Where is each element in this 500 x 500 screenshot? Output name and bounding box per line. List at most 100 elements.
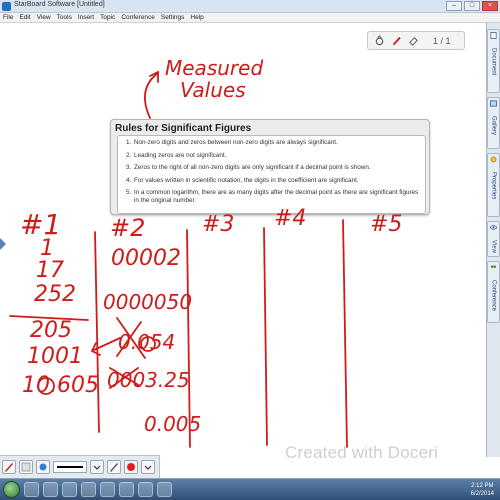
- floating-toolbar: [0, 455, 160, 478]
- gallery-icon: [490, 100, 497, 107]
- tab-view-label: View: [490, 240, 497, 253]
- column-header-3: #3: [202, 212, 235, 237]
- palette-button[interactable]: [19, 460, 33, 474]
- rule-item: 4. For values written in scientific nota…: [126, 177, 421, 185]
- taskbar-app-icon[interactable]: [43, 482, 58, 497]
- start-button[interactable]: [3, 481, 20, 498]
- tab-properties-label: Properties: [490, 172, 497, 200]
- column-2-value: 0.005: [144, 412, 202, 436]
- menu-insert[interactable]: Insert: [78, 13, 94, 22]
- properties-icon: [490, 156, 497, 163]
- rule-item: 5. In a common logarithm, there are as m…: [126, 189, 421, 204]
- rule-text: For values written in scientific notatio…: [134, 176, 359, 184]
- values-label: Values: [180, 78, 246, 102]
- column-2-value: 0.054: [118, 330, 176, 354]
- doceri-watermark: Created with Doceri: [285, 443, 439, 462]
- menu-help[interactable]: Help: [190, 13, 203, 22]
- rule-text: Leading zeros are not significant.: [134, 151, 227, 159]
- tab-gallery-label: Gallery: [490, 116, 497, 136]
- tab-document[interactable]: Document: [487, 29, 500, 93]
- rules-panel[interactable]: Rules for Significant Figures 1. Non-zer…: [110, 119, 430, 215]
- chevron-down-icon: [93, 465, 101, 470]
- conference-icon: [490, 265, 497, 268]
- tab-view[interactable]: View: [487, 221, 500, 257]
- palette-icon: [21, 462, 31, 472]
- select-tool-icon[interactable]: [374, 35, 385, 46]
- taskbar-app-icon[interactable]: [157, 482, 172, 497]
- column-1-value: 17: [36, 258, 64, 283]
- chevron-down-icon: [144, 465, 152, 470]
- color-dropdown-button[interactable]: [141, 460, 155, 474]
- window-title: StarBoard Software [Untitled]: [14, 1, 105, 8]
- rule-number: 1.: [126, 139, 132, 146]
- pen-button[interactable]: [2, 460, 16, 474]
- taskbar-app-icon[interactable]: [100, 482, 115, 497]
- taskbar-app-icon[interactable]: [81, 482, 96, 497]
- rule-item: 1. Non-zero digits and zeros between non…: [126, 139, 421, 147]
- rule-item: 3. Zeros to the right of all non-zero di…: [126, 164, 421, 172]
- tab-gallery[interactable]: Gallery: [487, 97, 500, 149]
- fill-icon: [39, 463, 47, 471]
- page-counter: 1 / 1: [433, 35, 451, 46]
- line-style-button[interactable]: [90, 460, 104, 474]
- close-button[interactable]: ×: [482, 1, 498, 11]
- rule-number: 4.: [126, 176, 132, 184]
- taskbar-app-icon[interactable]: [119, 482, 134, 497]
- title-bar: StarBoard Software [Untitled] – □ ×: [0, 0, 500, 13]
- rule-text: In a common logarithm, there are as many…: [134, 189, 419, 204]
- column-1-value: 205: [30, 318, 72, 343]
- menu-edit[interactable]: Edit: [19, 13, 30, 22]
- clock-date: 6/2/2014: [470, 491, 494, 497]
- taskbar-app-icon[interactable]: [24, 482, 39, 497]
- eraser-tool-icon[interactable]: [408, 35, 419, 46]
- rules-list: 1. Non-zero digits and zeros between non…: [117, 135, 426, 214]
- column-1-value: 1001: [27, 344, 83, 369]
- menu-topic[interactable]: Topic: [100, 13, 115, 22]
- pencil-icon: [110, 463, 118, 472]
- right-sidebar: Document Gallery Properties View Confere…: [486, 23, 500, 457]
- pen-color-button[interactable]: [107, 460, 121, 474]
- red-color-icon: [127, 463, 135, 471]
- column-2-value: 0000050: [103, 290, 193, 314]
- document-icon: [490, 32, 497, 39]
- maximize-button[interactable]: □: [464, 1, 480, 11]
- taskbar-app-icon[interactable]: [138, 482, 153, 497]
- taskbar: 2:12 PM 6/2/2014: [0, 478, 500, 500]
- taskbar-app-icon[interactable]: [62, 482, 77, 497]
- tab-conference[interactable]: Conference: [487, 261, 500, 323]
- column-2-value: 00002: [111, 246, 181, 271]
- menu-settings[interactable]: Settings: [161, 13, 185, 22]
- system-clock[interactable]: 2:12 PM 6/2/2014: [471, 482, 494, 498]
- window-controls: – □ ×: [446, 1, 498, 11]
- tab-conference-label: Conference: [490, 280, 497, 312]
- rule-number: 3.: [126, 164, 132, 171]
- column-1-value: 10.605: [22, 373, 99, 398]
- pen-tool-icon[interactable]: [391, 35, 402, 46]
- column-2-value: 0003.25: [107, 368, 190, 392]
- menu-tools[interactable]: Tools: [57, 13, 72, 22]
- app-icon: [2, 2, 11, 11]
- measured-label: Measured: [165, 56, 264, 80]
- tab-properties[interactable]: Properties: [487, 153, 500, 217]
- menu-bar: File Edit View Tools Insert Topic Confer…: [0, 13, 500, 23]
- mini-toolbar: 1 / 1: [367, 31, 465, 50]
- column-header-2: #2: [110, 214, 146, 242]
- menu-conference[interactable]: Conference: [121, 13, 155, 22]
- view-icon: [490, 225, 497, 230]
- pen-icon: [5, 463, 13, 472]
- menu-file[interactable]: File: [3, 13, 13, 22]
- clock-time: 2:12 PM: [471, 483, 494, 489]
- rule-number: 2.: [126, 151, 132, 159]
- column-1-value: 252: [34, 282, 76, 307]
- rule-text: Non-zero digits and zeros between non-ze…: [134, 139, 338, 146]
- fill-button[interactable]: [36, 460, 50, 474]
- rule-number: 5.: [126, 189, 132, 196]
- minimize-button[interactable]: –: [446, 1, 462, 11]
- column-header-5: #5: [370, 212, 403, 237]
- line-width-selector[interactable]: [53, 461, 87, 473]
- menu-view[interactable]: View: [37, 13, 51, 22]
- rules-title: Rules for Significant Figures: [115, 123, 252, 134]
- rule-text: Zeros to the right of all non-zero digit…: [134, 164, 371, 171]
- column-header-4: #4: [274, 206, 307, 231]
- color-swatch-button[interactable]: [124, 460, 138, 474]
